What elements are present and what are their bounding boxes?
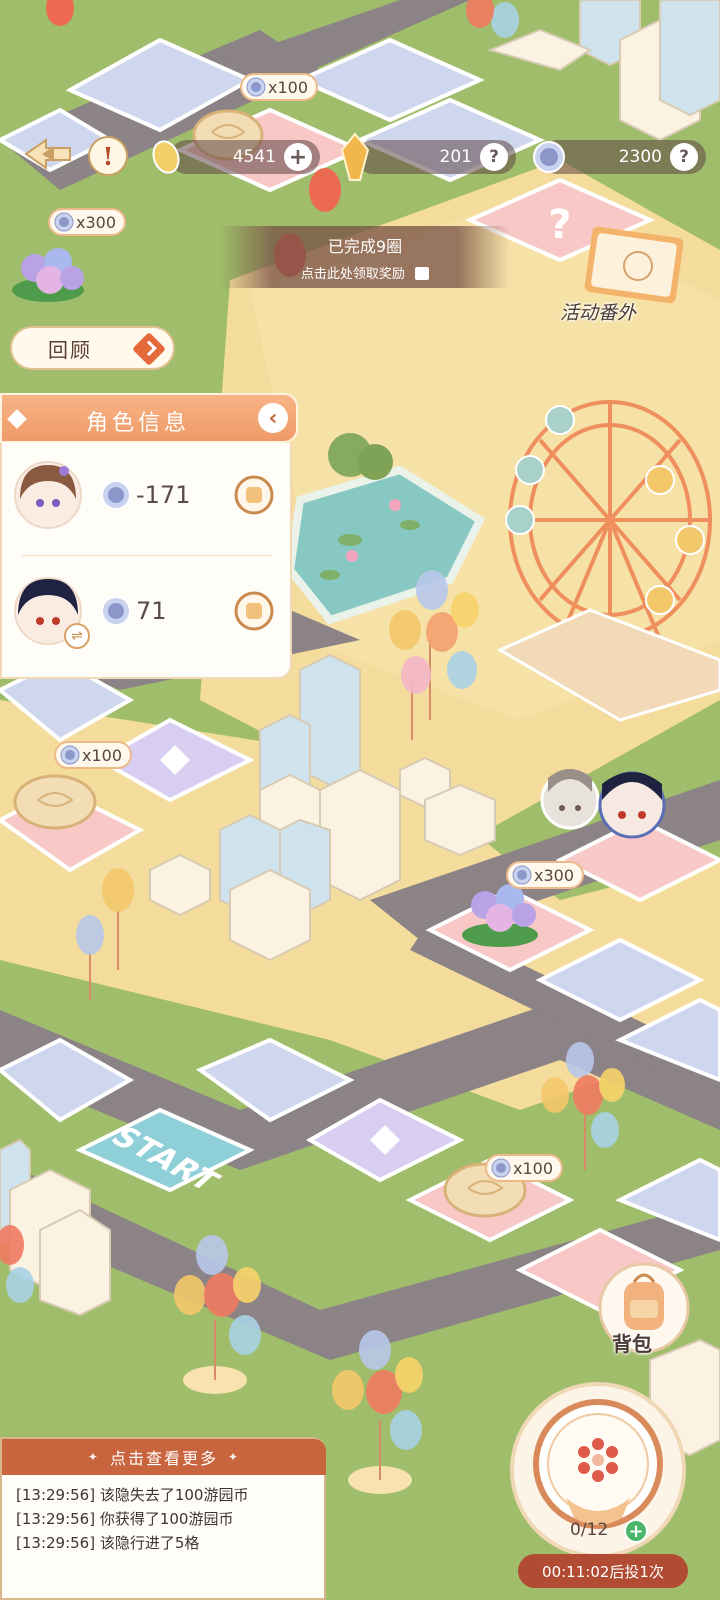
add-mooncake-button[interactable]: + <box>284 143 312 171</box>
park-coin-icon <box>54 212 74 232</box>
diamond-deco-icon <box>7 409 27 429</box>
crystal-icon <box>340 132 370 181</box>
rounds-claim-text: 点击此处领取奖励 <box>300 267 405 282</box>
character-score: -171 <box>136 481 191 509</box>
park-coin-icon <box>101 480 131 510</box>
crystal-resource: 201 ? <box>356 140 516 174</box>
log-entry: [13:29:56] 你获得了100游园币 <box>16 1510 234 1528</box>
view-more-label: 点击查看更多 <box>109 1449 218 1468</box>
character-row: -171 <box>2 445 292 545</box>
park-coin-icon <box>101 596 131 626</box>
notice-icon[interactable]: ! <box>88 136 128 176</box>
reward-amount: x100 <box>513 1158 554 1178</box>
sparkle-icon: ✦ <box>228 1450 241 1464</box>
rounds-claim-row: 点击此处领取奖励 <box>220 263 510 282</box>
reward-bubble: x100 <box>485 1154 564 1182</box>
character-info-title: 角色信息 <box>86 411 191 436</box>
crystal-count: 201 <box>439 147 472 167</box>
item-card-icon[interactable] <box>234 591 274 631</box>
event-log-panel: ✦ 点击查看更多 ✦ [13:29:56] 该隐失去了100游园币 [13:29… <box>0 1437 326 1600</box>
coin-help-button[interactable]: ? <box>670 143 698 171</box>
log-entry: [13:29:56] 该隐行进了5格 <box>16 1534 200 1552</box>
reward-amount: x300 <box>76 212 117 232</box>
park-coin-icon <box>246 77 266 97</box>
reward-bubble: x300 <box>506 861 585 889</box>
swap-icon[interactable]: ⇌ <box>64 623 90 649</box>
dice-timer: 00:11:02后投1次 <box>518 1554 688 1588</box>
character-list: -171 ⇌ 71 <box>0 443 292 679</box>
reward-amount: x300 <box>534 865 575 885</box>
item-card-icon[interactable] <box>234 475 274 515</box>
dice-count: 0/12 <box>570 1520 609 1540</box>
reward-amount: x100 <box>268 77 309 97</box>
mooncake-count: 4541 <box>232 147 276 167</box>
log-entry: [13:29:56] 该隐失去了100游园币 <box>16 1486 249 1504</box>
reward-amount: x100 <box>82 745 123 765</box>
crystal-help-button[interactable]: ? <box>480 143 508 171</box>
mooncake-resource: 4541 + <box>170 140 320 174</box>
character-info-header: 角色信息 ‹ <box>0 393 298 443</box>
play-arrow-icon <box>132 332 166 366</box>
character-score: 71 <box>136 597 167 625</box>
rounds-reward-banner[interactable]: 已完成9圈 点击此处领取奖励 <box>220 226 510 288</box>
gift-icon <box>415 267 430 280</box>
reward-bubble: x100 <box>54 741 133 769</box>
log-lines: [13:29:56] 该隐失去了100游园币 [13:29:56] 你获得了10… <box>16 1483 326 1555</box>
reward-bubble: x300 <box>48 208 127 236</box>
park-coin-icon <box>60 745 80 765</box>
park-coin-icon <box>533 141 565 173</box>
add-dice-button[interactable]: + <box>624 1519 648 1543</box>
review-button[interactable]: 回顾 <box>10 326 175 370</box>
character-info-panel: 角色信息 ‹ -171 ⇌ 71 <box>0 393 298 679</box>
backpack-label[interactable]: 背包 <box>612 1328 652 1357</box>
sparkle-icon: ✦ <box>87 1450 100 1464</box>
character-divider <box>22 555 272 556</box>
review-label: 回顾 <box>48 337 92 362</box>
character-row: ⇌ 71 <box>2 561 292 661</box>
character-avatar-brown-hair[interactable] <box>12 459 84 531</box>
coin-count: 2300 <box>618 147 662 167</box>
back-arrow-icon[interactable] <box>20 132 76 176</box>
park-coin-icon <box>512 865 532 885</box>
rounds-completed-text: 已完成9圈 <box>327 237 403 256</box>
mooncake-icon <box>152 140 180 174</box>
collapse-panel-button[interactable]: ‹ <box>258 403 288 433</box>
activity-extra-label[interactable]: 活动番外 <box>560 298 636 325</box>
park-coin-icon <box>491 1158 511 1178</box>
reward-bubble: x100 <box>240 73 319 101</box>
view-more-header[interactable]: ✦ 点击查看更多 ✦ <box>2 1439 326 1475</box>
